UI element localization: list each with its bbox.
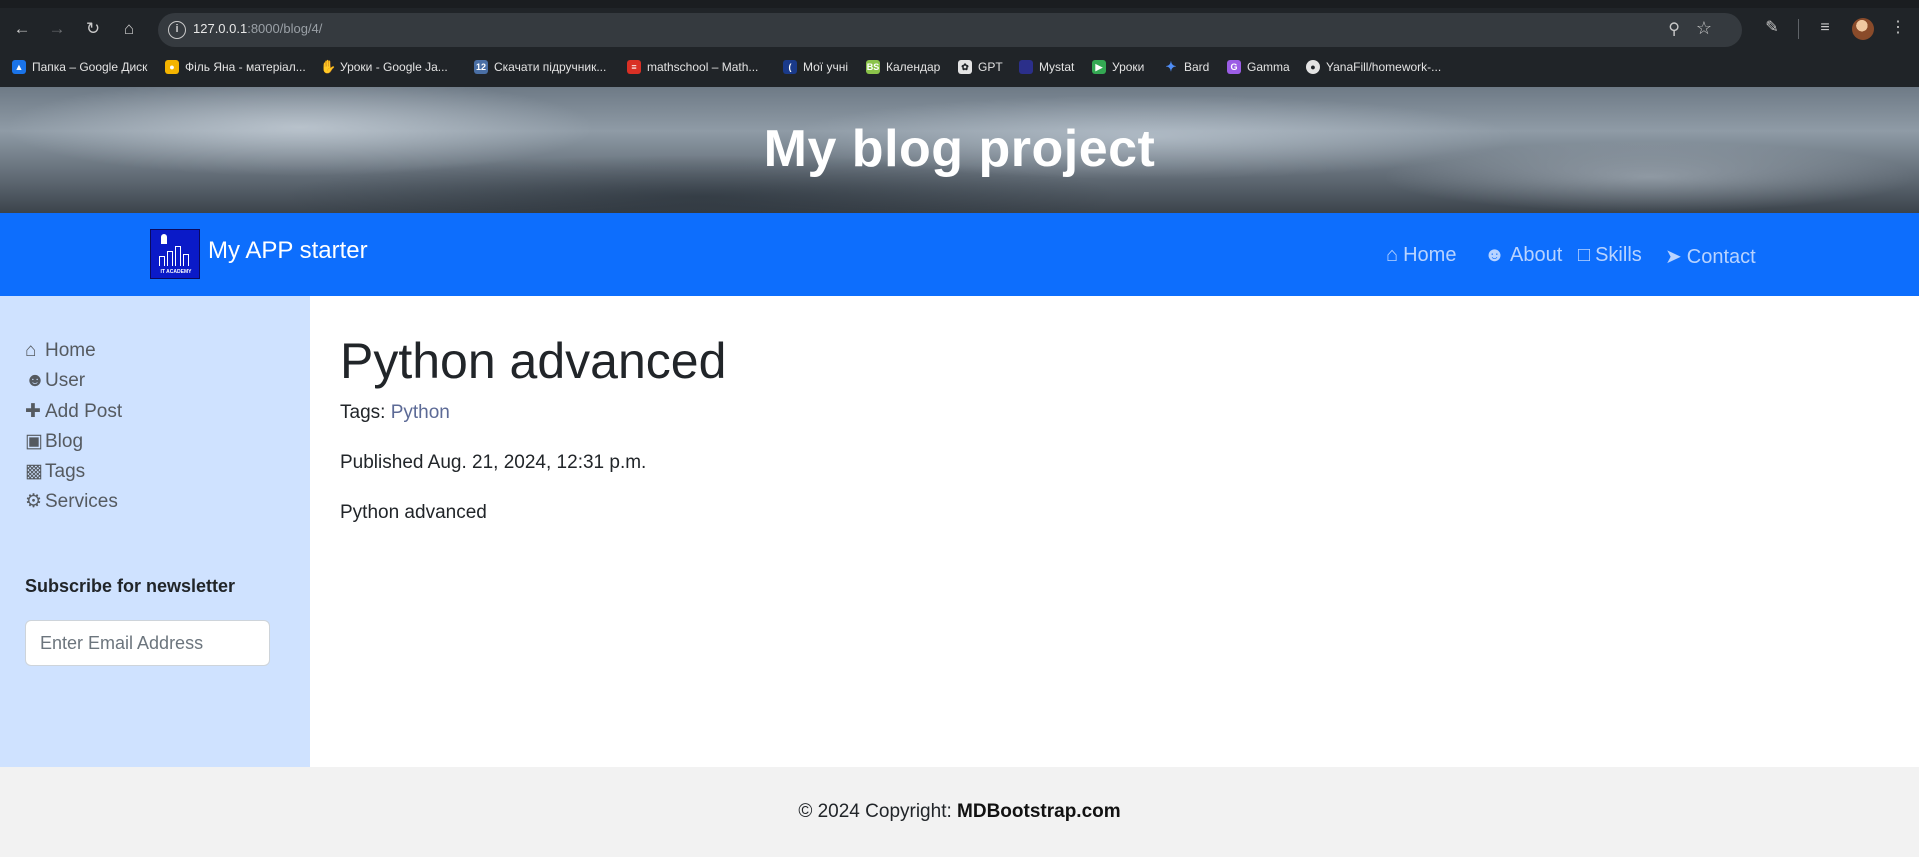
post-published-date: Published Aug. 21, 2024, 12:31 p.m.	[340, 452, 647, 473]
footer-site-link[interactable]: MDBootstrap.com	[957, 801, 1121, 822]
bookmark-item[interactable]: (Мої учні	[783, 58, 848, 76]
sidebar-item-add-post[interactable]: ✚ Add Post	[25, 400, 122, 423]
book-12-icon: 12	[474, 60, 488, 74]
post-tags: Tags: Python	[340, 402, 450, 424]
google-drive-icon: ▲	[12, 60, 26, 74]
sidebar: ⌂ Home ☻User ✚ Add Post ▣ Blog ▩ Tags ⚙ Servi…	[0, 296, 310, 767]
footer: © 2024 Copyright: MDBootstrap.com	[0, 767, 1919, 857]
sidebar-item-blog[interactable]: ▣ Blog	[25, 430, 83, 453]
home-icon[interactable]: ⌂	[116, 16, 142, 42]
bookmark-item[interactable]: ● YanaFill/homework-...	[1306, 58, 1441, 76]
plus-icon: ✚	[25, 401, 41, 422]
sidebar-item-user[interactable]: ☻User	[25, 370, 85, 392]
bookmark-star-icon[interactable]: ☆	[1696, 18, 1712, 39]
google-classroom-icon: ●	[165, 60, 179, 74]
hand-icon: ✋	[320, 59, 337, 74]
bookmark-item[interactable]: BS Календар	[866, 58, 940, 76]
bookmark-item[interactable]: Mystat	[1019, 58, 1074, 76]
bookmark-item[interactable]: ▲ Папка – Google Диск	[12, 58, 147, 76]
browser-chrome: ← → ↻ ⌂ i 127.0.0.1:8000/blog/4/ ⚲ ☆ ✎ ≡…	[0, 0, 1919, 87]
newsletter-email-input[interactable]	[25, 620, 270, 666]
sidebar-item-home[interactable]: ⌂ Home	[25, 340, 96, 362]
sticky-note-icon: ▣	[25, 431, 43, 452]
post-title: Python advanced	[340, 333, 727, 389]
book-icon: □	[1578, 244, 1591, 266]
tags-label: Tags:	[340, 402, 386, 423]
bookmark-item[interactable]: ✦ Bard	[1164, 58, 1210, 76]
sidebar-item-tags[interactable]: ▩ Tags	[25, 460, 85, 483]
nav-link-skills[interactable]: □ Skills	[1578, 244, 1642, 267]
reading-list-icon[interactable]: ≡	[1813, 16, 1837, 40]
site-info-icon[interactable]: i	[168, 21, 186, 39]
bookmark-item[interactable]: 12 Скачати підручник...	[474, 58, 606, 76]
toolbar-divider	[1798, 19, 1799, 39]
newsletter-heading: Subscribe for newsletter	[25, 576, 236, 596]
gamma-icon: G	[1227, 60, 1241, 74]
bookmark-item[interactable]: ● Філь Яна - матеріал...	[165, 58, 306, 76]
site-title: My blog project	[763, 120, 1156, 178]
bookmark-item[interactable]: ▶ Уроки	[1092, 58, 1144, 76]
students-icon: (	[783, 60, 797, 74]
logo-caption: IT ACADEMY	[160, 269, 192, 275]
menu-dots-icon[interactable]: ⋮	[1886, 16, 1910, 40]
main-content: Python advanced Tags: Python Published A…	[310, 296, 1919, 767]
meet-icon: ▶	[1092, 60, 1106, 74]
address-bar[interactable]: i 127.0.0.1:8000/blog/4/ ⚲ ☆	[158, 13, 1742, 47]
paper-plane-icon: ➤	[1665, 246, 1682, 268]
calendar-icon: BS	[866, 60, 880, 74]
bookmark-item[interactable]: ✋ Уроки - Google Ja...	[320, 58, 448, 76]
tag-link[interactable]: Python	[391, 402, 450, 423]
footer-copyright: © 2024 Copyright: MDBootstrap.com	[798, 801, 1121, 822]
mystat-icon	[1019, 60, 1033, 74]
bookmarks-bar: ▲ Папка – Google Диск ● Філь Яна - матеріа…	[0, 55, 1919, 77]
extensions-icon[interactable]: ✎	[1760, 16, 1784, 40]
nav-link-about[interactable]: ☻ About	[1484, 244, 1562, 267]
user-icon: ☻	[1484, 244, 1506, 266]
home-icon: ⌂	[25, 340, 37, 361]
user-icon: ☻	[25, 370, 45, 391]
bookmark-item[interactable]: ✿ GPT	[958, 58, 1003, 76]
suitcase-icon: ▩	[25, 461, 43, 482]
top-navbar: IT ACADEMY My APP starter ⌂ Home ☻ About □…	[0, 213, 1919, 296]
openai-icon: ✿	[958, 60, 972, 74]
forward-arrow-icon[interactable]: →	[44, 16, 70, 42]
profile-avatar[interactable]	[1852, 18, 1874, 40]
sidebar-item-services[interactable]: ⚙ Services	[25, 490, 118, 513]
github-icon: ●	[1306, 60, 1320, 74]
mathschool-icon: ≡	[627, 60, 641, 74]
brand-logo[interactable]: IT ACADEMY	[150, 229, 200, 279]
gears-icon: ⚙	[25, 491, 43, 512]
reload-icon[interactable]: ↻	[80, 16, 106, 42]
bookmark-item[interactable]: G Gamma	[1227, 58, 1290, 76]
zoom-icon[interactable]: ⚲	[1668, 19, 1680, 39]
nav-link-contact[interactable]: ➤ Contact	[1665, 244, 1756, 269]
bookmark-item[interactable]: ≡ mathschool – Math...	[627, 58, 758, 76]
header-banner: My blog project	[0, 87, 1919, 213]
brand-name[interactable]: My APP starter	[208, 237, 368, 265]
address-url[interactable]: 127.0.0.1:8000/blog/4/	[193, 21, 322, 36]
tab-strip	[0, 0, 1919, 8]
post-body: Python advanced	[340, 502, 487, 523]
home-icon: ⌂	[1386, 244, 1399, 266]
nav-link-home[interactable]: ⌂ Home	[1386, 244, 1456, 267]
sparkle-icon: ✦	[1165, 59, 1177, 74]
back-arrow-icon[interactable]: ←	[9, 16, 35, 42]
